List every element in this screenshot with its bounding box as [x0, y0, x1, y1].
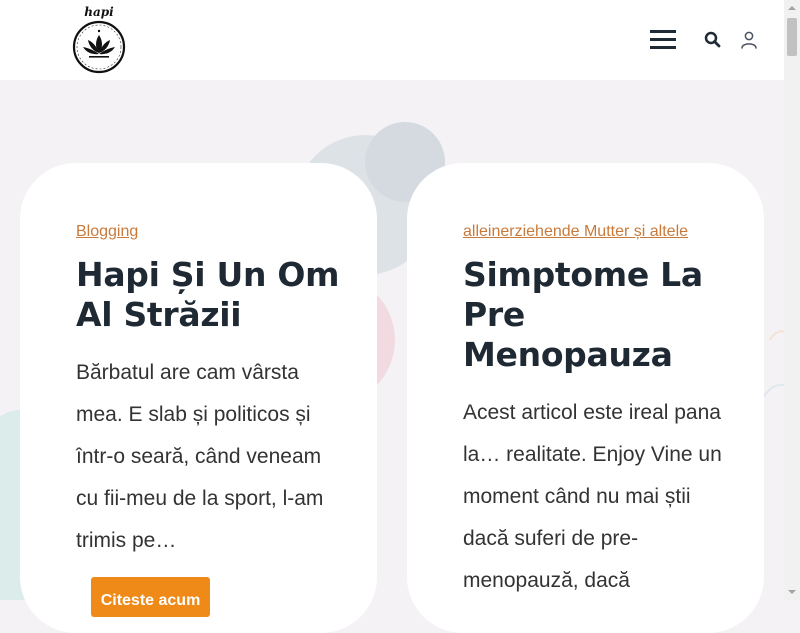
logo-text: hapi — [84, 5, 114, 19]
post-excerpt: Bărbatul are cam vârsta mea. E slab și p… — [76, 361, 324, 552]
search-icon[interactable] — [703, 30, 723, 50]
post-category-link[interactable]: Blogging — [76, 223, 138, 241]
post-excerpt: Acest articol este ireal pana la… realit… — [463, 401, 722, 592]
post-title[interactable]: Simptome La Pre Menopauza — [463, 255, 733, 375]
user-icon[interactable] — [739, 30, 759, 50]
scroll-down-arrow-icon[interactable] — [784, 584, 800, 600]
menu-icon[interactable] — [650, 30, 676, 50]
site-logo[interactable]: hapi — [72, 5, 128, 75]
read-more-button[interactable]: Citeste acum — [91, 577, 210, 617]
post-card: alleinerziehende Mutter și altele Simpto… — [407, 163, 764, 633]
scroll-thumb[interactable] — [787, 18, 797, 56]
scroll-up-arrow-icon[interactable] — [784, 0, 800, 16]
post-card: Blogging Hapi Și Un Om Al Străzii Bărbat… — [20, 163, 377, 633]
post-category-link[interactable]: alleinerziehende Mutter și altele — [463, 223, 688, 241]
site-header: hapi — [0, 0, 784, 80]
post-title[interactable]: Hapi Și Un Om Al Străzii — [76, 255, 346, 335]
page-scrollbar[interactable] — [784, 0, 800, 600]
